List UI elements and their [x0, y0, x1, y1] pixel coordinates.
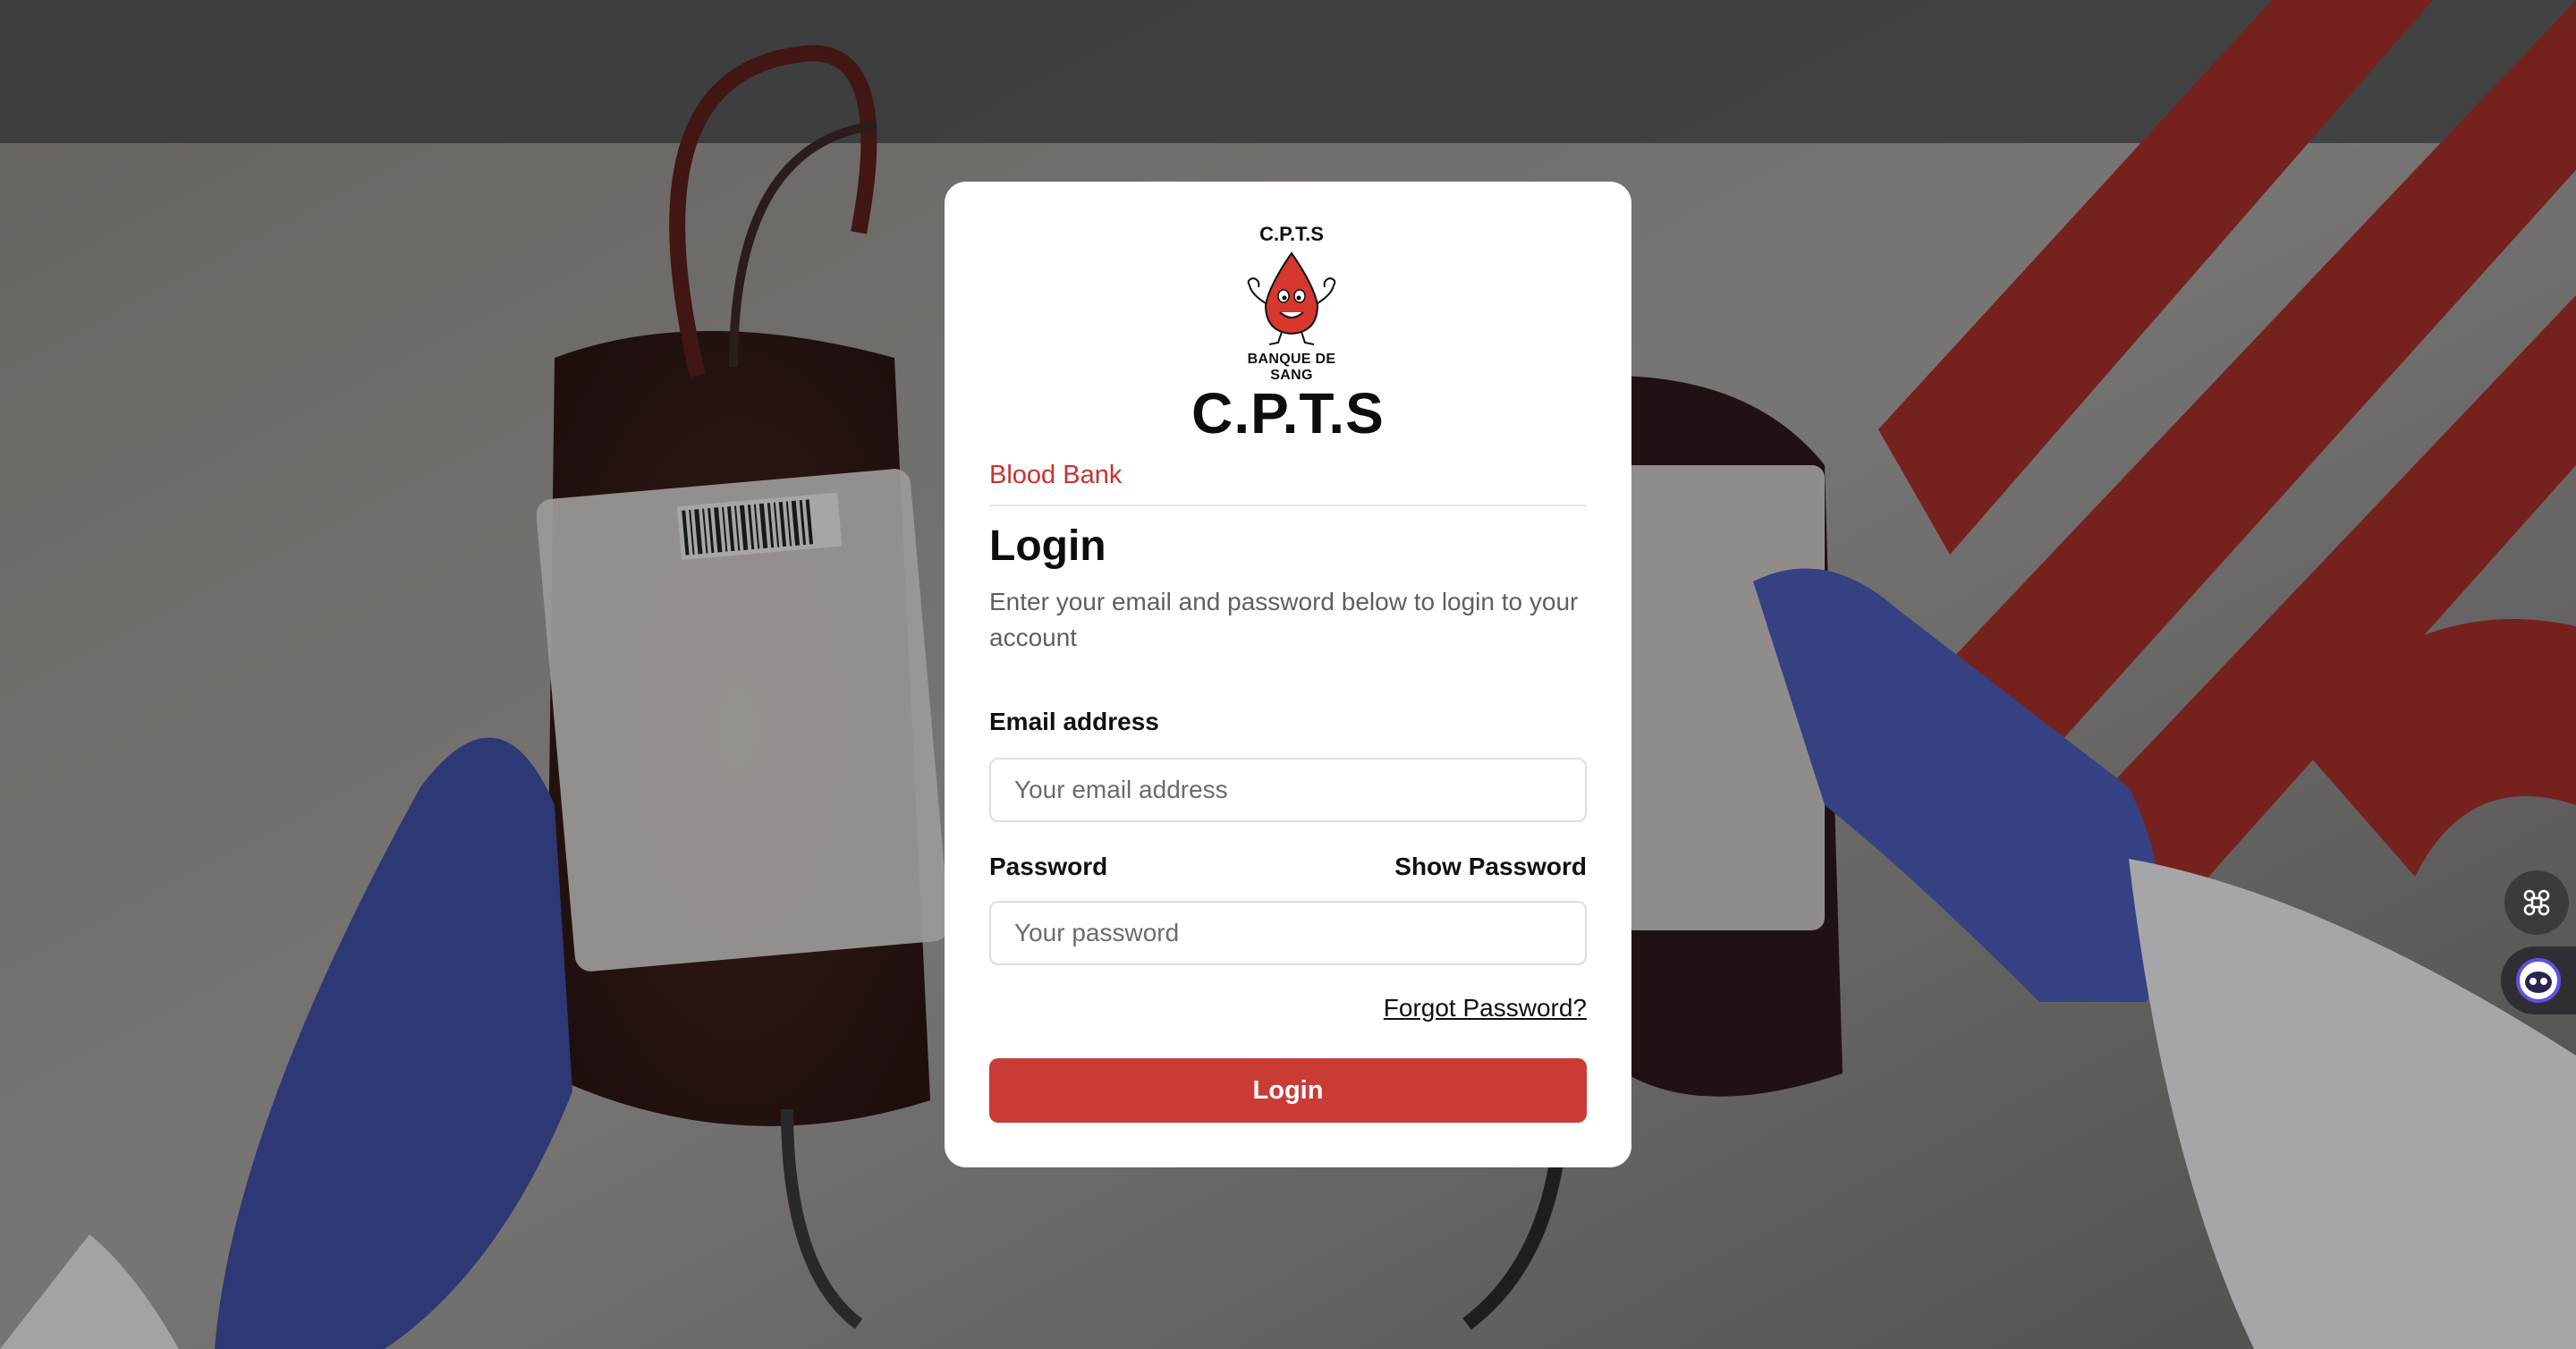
command-icon	[2523, 889, 2550, 916]
password-label: Password	[989, 853, 1108, 880]
brand-subtitle: Blood Bank	[989, 461, 1123, 489]
logo-top-text: C.P.T.S	[1259, 223, 1324, 245]
assistant-button[interactable]	[2501, 946, 2576, 1014]
login-card: C.P.T.S BANQUE DE SANG C.P.T.S Blood Ban…	[945, 182, 1631, 1167]
divider	[989, 505, 1587, 506]
password-field[interactable]	[989, 901, 1587, 965]
email-label: Email address	[989, 708, 1159, 735]
show-password-toggle[interactable]: Show Password	[1394, 853, 1587, 881]
cpts-logo: C.P.T.S BANQUE DE SANG	[1224, 223, 1359, 383]
blood-drop-mascot-icon	[1247, 251, 1336, 345]
logo-bottom-text: BANQUE DE SANG	[1247, 352, 1336, 383]
page-title: Login	[989, 522, 1106, 570]
brand-title: C.P.T.S	[1191, 381, 1385, 445]
forgot-password-link[interactable]: Forgot Password?	[1384, 994, 1587, 1022]
login-button[interactable]: Login	[989, 1058, 1587, 1123]
command-menu-button[interactable]	[2504, 870, 2569, 935]
assistant-bot-icon	[2516, 958, 2561, 1003]
login-description: Enter your email and password below to l…	[989, 588, 1579, 651]
email-field[interactable]	[989, 758, 1587, 822]
